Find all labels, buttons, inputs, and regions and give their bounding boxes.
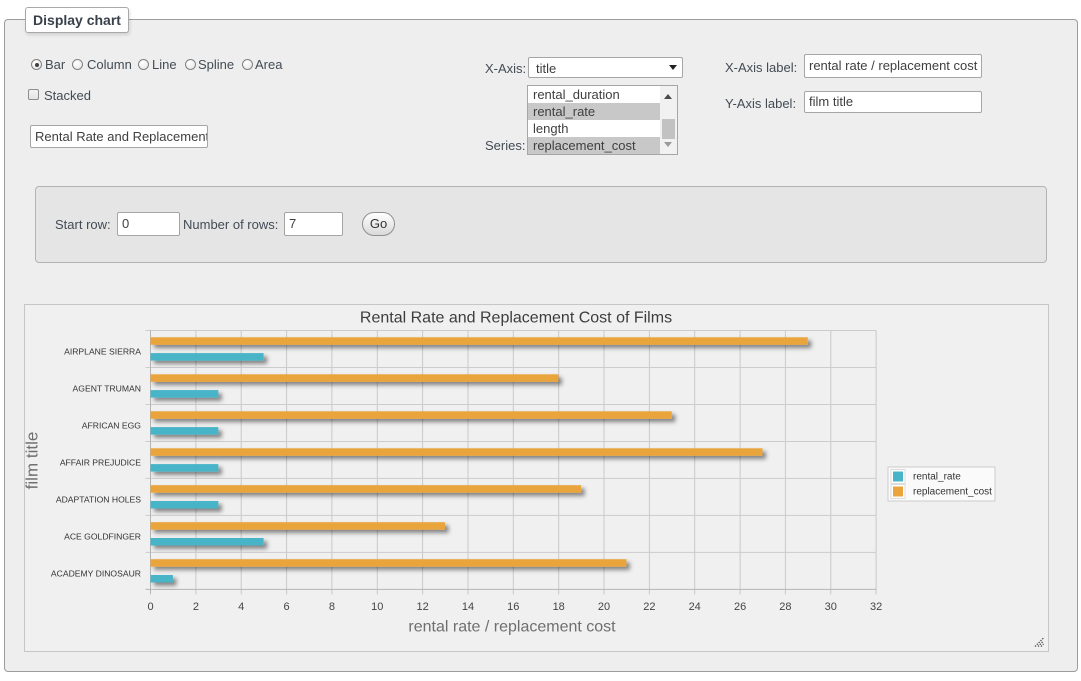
svg-text:AIRPLANE SIERRA: AIRPLANE SIERRA bbox=[64, 347, 141, 357]
svg-text:2: 2 bbox=[193, 601, 199, 613]
svg-text:Rental Rate and Replacement Co: Rental Rate and Replacement Cost of Film… bbox=[360, 310, 672, 327]
svg-text:18: 18 bbox=[553, 601, 565, 613]
svg-text:0: 0 bbox=[147, 601, 153, 613]
svg-text:12: 12 bbox=[416, 601, 428, 613]
svg-text:film title: film title bbox=[24, 432, 42, 490]
svg-text:replacement_cost: replacement_cost bbox=[913, 487, 992, 498]
svg-text:8: 8 bbox=[329, 601, 335, 613]
svg-text:30: 30 bbox=[825, 601, 837, 613]
svg-text:4: 4 bbox=[238, 601, 244, 613]
svg-text:AGENT TRUMAN: AGENT TRUMAN bbox=[73, 384, 141, 394]
svg-text:AFFAIR PREJUDICE: AFFAIR PREJUDICE bbox=[60, 458, 141, 468]
svg-text:16: 16 bbox=[507, 601, 519, 613]
svg-text:32: 32 bbox=[870, 601, 882, 613]
svg-text:28: 28 bbox=[779, 601, 791, 613]
svg-text:14: 14 bbox=[462, 601, 474, 613]
svg-text:26: 26 bbox=[734, 601, 746, 613]
svg-text:ADAPTATION HOLES: ADAPTATION HOLES bbox=[56, 494, 141, 504]
svg-text:rental_rate: rental_rate bbox=[913, 472, 961, 483]
svg-text:ACE GOLDFINGER: ACE GOLDFINGER bbox=[64, 531, 141, 541]
svg-text:AFRICAN EGG: AFRICAN EGG bbox=[82, 421, 142, 431]
svg-text:rental rate / replacement cost: rental rate / replacement cost bbox=[408, 619, 616, 636]
svg-text:6: 6 bbox=[284, 601, 290, 613]
svg-text:ACADEMY DINOSAUR: ACADEMY DINOSAUR bbox=[51, 568, 141, 578]
svg-text:20: 20 bbox=[598, 601, 610, 613]
svg-text:10: 10 bbox=[371, 601, 383, 613]
svg-text:24: 24 bbox=[689, 601, 701, 613]
svg-text:22: 22 bbox=[643, 601, 655, 613]
